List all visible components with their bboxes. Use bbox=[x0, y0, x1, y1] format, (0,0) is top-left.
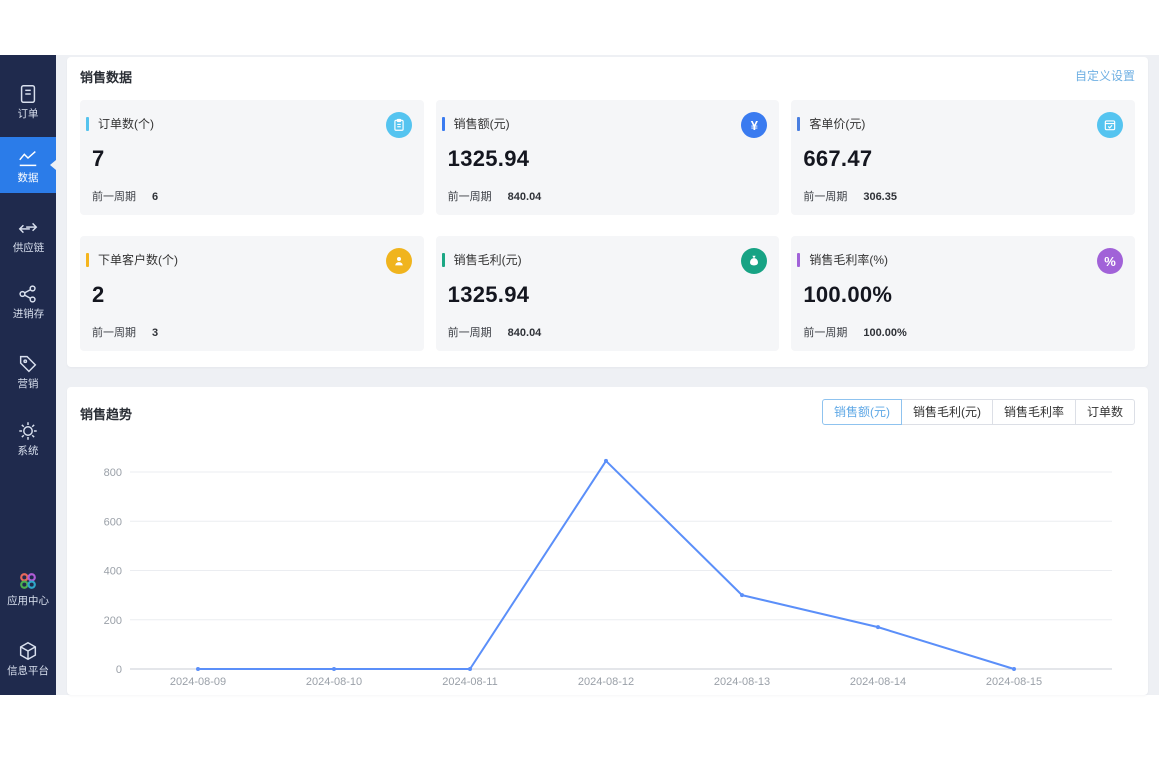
sales-trend-panel: 销售趋势 销售额(元) 销售毛利(元) 销售毛利率 订单数 0 200 400 600… bbox=[67, 387, 1148, 695]
prev-period-label: 前一周期 bbox=[92, 327, 136, 339]
tab-sales-amount[interactable]: 销售额(元) bbox=[822, 399, 902, 425]
order-doc-icon bbox=[17, 83, 39, 105]
card-value: 100.00% bbox=[803, 282, 1121, 308]
card-title: 下单客户数(个) bbox=[98, 251, 178, 268]
prev-period-label: 前一周期 bbox=[448, 327, 492, 339]
prev-period-value: 840.04 bbox=[508, 327, 542, 339]
svg-text:200: 200 bbox=[104, 615, 122, 627]
customer-icon bbox=[386, 248, 412, 274]
clipboard-icon bbox=[386, 112, 412, 138]
card-value: 667.47 bbox=[803, 146, 1121, 172]
card-accent-bar bbox=[442, 117, 445, 131]
sidebar-item-supply-chain[interactable]: 供应链 bbox=[0, 207, 56, 263]
svg-text:2024-08-11: 2024-08-11 bbox=[442, 676, 497, 688]
svg-text:2024-08-15: 2024-08-15 bbox=[986, 676, 1042, 688]
card-value: 2 bbox=[92, 282, 410, 308]
sidebar-item-data[interactable]: 数据 bbox=[0, 137, 56, 193]
prev-period-value: 3 bbox=[152, 327, 158, 339]
stat-card-sales-amount: 销售额(元) ¥ 1325.94 前一周期 840.04 bbox=[436, 100, 780, 215]
card-value: 7 bbox=[92, 146, 410, 172]
card-accent-bar bbox=[797, 253, 800, 267]
sidebar-item-label: 系统 bbox=[18, 446, 39, 456]
calendar-check-icon bbox=[1097, 112, 1123, 138]
svg-text:2024-08-10: 2024-08-10 bbox=[306, 676, 362, 688]
sidebar-item-inventory[interactable]: 进销存 bbox=[0, 273, 56, 329]
svg-text:800: 800 bbox=[104, 467, 122, 479]
stat-card-gross-margin: 销售毛利率(%) % 100.00% 前一周期 100.00% bbox=[791, 236, 1135, 351]
sidebar-item-label: 营销 bbox=[18, 379, 39, 389]
card-title: 客单价(元) bbox=[809, 115, 865, 132]
prev-period-value: 100.00% bbox=[863, 327, 906, 339]
custom-settings-link[interactable]: 自定义设置 bbox=[1075, 67, 1135, 84]
sales-trend-chart: 0 200 400 600 800 2024-08-09 2024-08-10 2024-08… bbox=[78, 442, 1133, 692]
trend-metric-tabs: 销售额(元) 销售毛利(元) 销售毛利率 订单数 bbox=[822, 399, 1135, 425]
card-accent-bar bbox=[797, 117, 800, 131]
sidebar: 订单 数据 供应链 进销存 营销 bbox=[0, 55, 56, 695]
yen-icon: ¥ bbox=[741, 112, 767, 138]
sidebar-item-label: 信息平台 bbox=[7, 666, 49, 676]
sidebar-item-label: 供应链 bbox=[12, 243, 43, 253]
prev-period-label: 前一周期 bbox=[448, 191, 492, 203]
tab-gross-margin[interactable]: 销售毛利率 bbox=[992, 399, 1076, 425]
card-title: 订单数(个) bbox=[98, 115, 154, 132]
svg-text:0: 0 bbox=[116, 664, 122, 676]
tab-order-count[interactable]: 订单数 bbox=[1075, 399, 1135, 425]
tab-gross-profit[interactable]: 销售毛利(元) bbox=[901, 399, 993, 425]
main-content: 销售数据 自定义设置 订单数(个) 7 前一周期 6 bbox=[56, 55, 1159, 695]
inventory-nodes-icon bbox=[17, 283, 39, 305]
card-value: 1325.94 bbox=[448, 146, 766, 172]
line-chart-icon bbox=[17, 147, 39, 169]
svg-text:2024-08-14: 2024-08-14 bbox=[850, 676, 906, 688]
marketing-tag-icon bbox=[17, 353, 39, 375]
prev-period-value: 6 bbox=[152, 191, 158, 203]
sidebar-item-system[interactable]: 系统 bbox=[0, 410, 56, 466]
prev-period-label: 前一周期 bbox=[803, 191, 847, 203]
sidebar-item-orders[interactable]: 订单 bbox=[0, 73, 56, 129]
card-title: 销售额(元) bbox=[454, 115, 510, 132]
money-bag-icon bbox=[741, 248, 767, 274]
card-value: 1325.94 bbox=[448, 282, 766, 308]
stat-card-gross-profit: 销售毛利(元) 1325.94 前一周期 840.04 bbox=[436, 236, 780, 351]
svg-text:400: 400 bbox=[104, 566, 122, 578]
sidebar-item-label: 数据 bbox=[18, 173, 39, 183]
sidebar-item-app-center[interactable]: 应用中心 bbox=[0, 560, 56, 616]
svg-text:2024-08-13: 2024-08-13 bbox=[714, 676, 770, 688]
system-gear-icon bbox=[17, 420, 39, 442]
sales-data-panel: 销售数据 自定义设置 订单数(个) 7 前一周期 6 bbox=[67, 57, 1148, 367]
prev-period-value: 306.35 bbox=[863, 191, 897, 203]
stat-card-avg-order-value: 客单价(元) 667.47 前一周期 306.35 bbox=[791, 100, 1135, 215]
card-title: 销售毛利(元) bbox=[454, 251, 522, 268]
sidebar-item-marketing[interactable]: 营销 bbox=[0, 343, 56, 399]
card-accent-bar bbox=[442, 253, 445, 267]
prev-period-value: 840.04 bbox=[508, 191, 542, 203]
svg-text:600: 600 bbox=[104, 516, 122, 528]
stat-card-customer-count: 下单客户数(个) 2 前一周期 3 bbox=[80, 236, 424, 351]
sales-data-title: 销售数据 bbox=[80, 67, 132, 86]
sidebar-item-info-platform[interactable]: 信息平台 bbox=[0, 630, 56, 686]
sidebar-item-label: 进销存 bbox=[12, 309, 43, 319]
dashboard-page: 订单 数据 供应链 进销存 营销 bbox=[0, 0, 1159, 759]
sidebar-item-label: 应用中心 bbox=[7, 596, 49, 606]
card-title: 销售毛利率(%) bbox=[809, 251, 888, 268]
percent-icon: % bbox=[1097, 248, 1123, 274]
stat-cards: 订单数(个) 7 前一周期 6 销售额(元) ¥ bbox=[80, 100, 1135, 351]
card-accent-bar bbox=[86, 117, 89, 131]
stat-card-order-count: 订单数(个) 7 前一周期 6 bbox=[80, 100, 424, 215]
prev-period-label: 前一周期 bbox=[92, 191, 136, 203]
supply-chain-icon bbox=[17, 217, 39, 239]
sales-trend-title: 销售趋势 bbox=[80, 404, 132, 423]
card-accent-bar bbox=[86, 253, 89, 267]
svg-text:2024-08-09: 2024-08-09 bbox=[170, 676, 226, 688]
app-center-icon bbox=[17, 570, 39, 592]
info-platform-cube-icon bbox=[17, 640, 39, 662]
sidebar-item-label: 订单 bbox=[18, 109, 39, 119]
svg-text:2024-08-12: 2024-08-12 bbox=[578, 676, 634, 688]
prev-period-label: 前一周期 bbox=[803, 327, 847, 339]
